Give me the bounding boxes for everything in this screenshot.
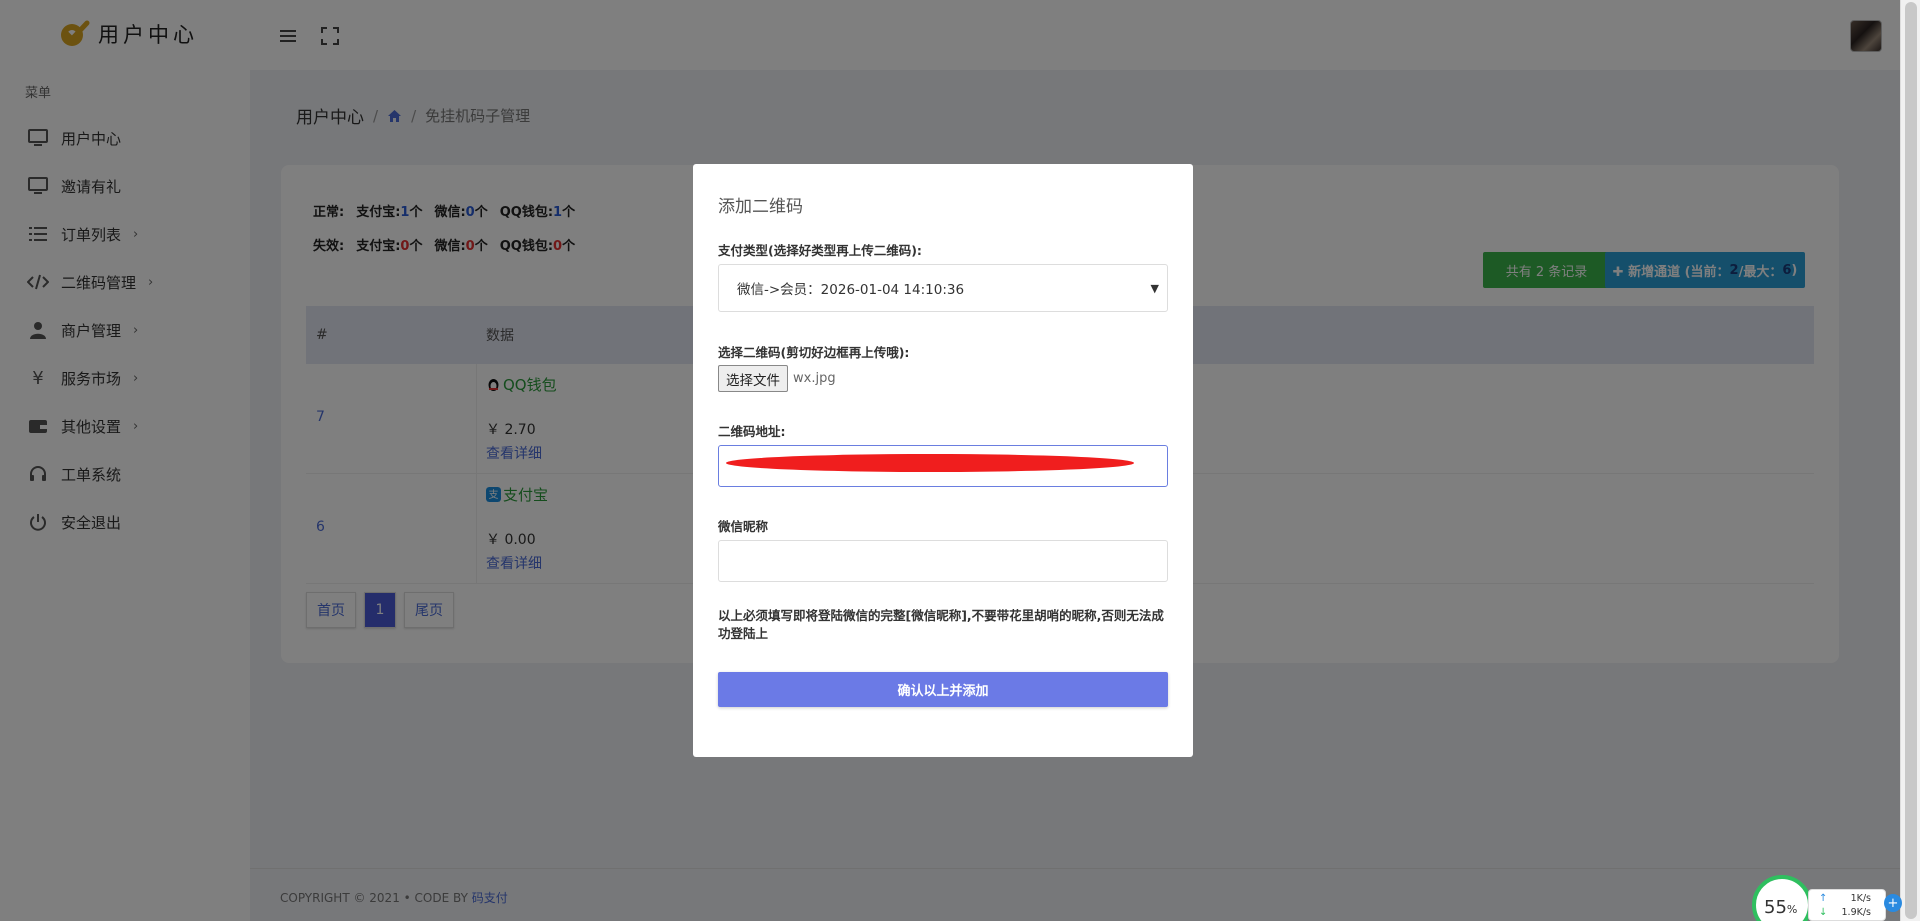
- modal-title: 添加二维码: [718, 197, 803, 217]
- qr-file-input: 选择文件 wx.jpg: [718, 365, 836, 392]
- nickname-label: 微信昵称: [718, 519, 769, 534]
- arrow-up-icon: ↑: [1819, 893, 1828, 904]
- pay-type-label: 支付类型(选择好类型再上传二维码):: [718, 243, 922, 258]
- network-speed-widget[interactable]: 55% ↑ 1K/s ↓ 1.9K/s +: [1752, 870, 1902, 921]
- redaction-mark: [726, 454, 1134, 472]
- nickname-input[interactable]: [718, 540, 1168, 582]
- dropdown-caret-icon: ▼: [1150, 282, 1159, 295]
- add-qrcode-modal: 添加二维码 支付类型(选择好类型再上传二维码): 微信->会员：2026-01-…: [693, 164, 1193, 757]
- choose-file-button[interactable]: 选择文件: [718, 365, 788, 392]
- speed-percent: 55%: [1764, 897, 1798, 918]
- chosen-file-name: wx.jpg: [793, 371, 836, 386]
- qr-url-input[interactable]: [718, 445, 1168, 487]
- nickname-warning-note: 以上必须填写即将登陆微信的完整[微信昵称],不要带花里胡哨的昵称,否则无法成功登…: [718, 608, 1164, 641]
- speed-box: ↑ 1K/s ↓ 1.9K/s: [1808, 889, 1886, 921]
- arrow-down-icon: ↓: [1819, 907, 1828, 918]
- qr-url-label: 二维码地址:: [718, 424, 786, 439]
- upload-speed: 1K/s: [1850, 893, 1871, 904]
- page-scrollbar[interactable]: [1900, 0, 1920, 921]
- pay-type-select[interactable]: 微信->会员：2026-01-04 14:10:36 ▼: [718, 264, 1168, 312]
- confirm-add-button[interactable]: 确认以上并添加: [718, 672, 1168, 707]
- download-speed: 1.9K/s: [1841, 907, 1872, 918]
- qr-file-label: 选择二维码(剪切好边框再上传哦):: [718, 345, 910, 360]
- pay-type-selected-value: 微信->会员：2026-01-04 14:10:36: [737, 282, 965, 298]
- plus-icon[interactable]: +: [1884, 894, 1902, 912]
- scrollbar-thumb[interactable]: [1905, 2, 1917, 919]
